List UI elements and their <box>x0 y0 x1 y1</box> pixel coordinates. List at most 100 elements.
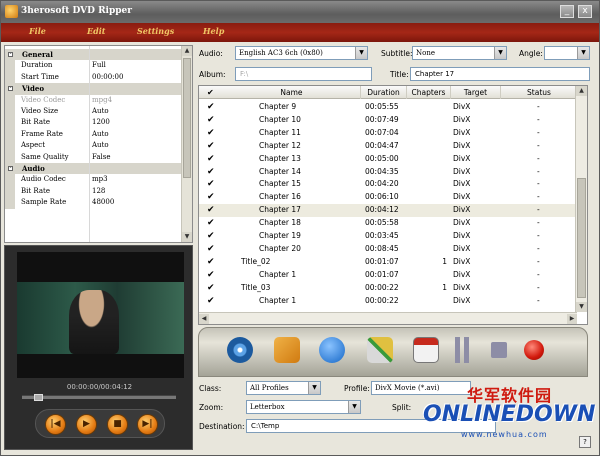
table-row[interactable]: ✔ Chapter 13 00:05:00 DivX - <box>199 153 577 166</box>
row-checkbox[interactable]: ✔ <box>207 154 217 164</box>
property-value[interactable]: Full <box>92 61 106 69</box>
row-checkbox[interactable]: ✔ <box>207 270 217 280</box>
property-value[interactable]: False <box>92 153 111 161</box>
properties-scrollbar[interactable]: ▲ ▼ <box>181 46 192 242</box>
chevron-down-icon[interactable]: ▼ <box>494 47 506 59</box>
table-row[interactable]: ✔ Chapter 10 00:07:49 DivX - <box>199 114 577 127</box>
minimize-button[interactable]: _ <box>560 5 574 18</box>
list-scrollbar[interactable]: ▲ ▼ <box>575 86 587 312</box>
property-row[interactable]: Bit Rate 128 <box>5 185 182 198</box>
seek-bar[interactable] <box>22 394 176 401</box>
album-field[interactable]: F:\ <box>235 67 372 81</box>
close-button[interactable]: x <box>578 5 592 18</box>
menu-edit[interactable]: Edit <box>87 26 105 36</box>
property-category[interactable]: - General <box>5 49 182 61</box>
property-value[interactable]: mp3 <box>92 175 108 183</box>
property-value[interactable]: Auto <box>92 130 109 138</box>
column-name[interactable]: Name <box>223 86 361 99</box>
table-row[interactable]: ✔ Chapter 1 00:00:22 DivX - <box>199 295 577 308</box>
collapse-icon[interactable]: - <box>8 52 13 57</box>
scroll-down-icon[interactable]: ▼ <box>576 302 587 312</box>
chevron-down-icon[interactable]: ▼ <box>355 47 367 59</box>
column-status[interactable]: Status <box>501 86 577 99</box>
collapse-icon[interactable]: - <box>8 86 13 92</box>
clip-icon[interactable] <box>367 337 393 363</box>
row-checkbox[interactable]: ✔ <box>207 115 217 125</box>
stop-icon[interactable] <box>491 342 507 358</box>
property-row[interactable]: Aspect Auto <box>5 140 182 152</box>
row-checkbox[interactable]: ✔ <box>207 296 217 306</box>
row-checkbox[interactable]: ✔ <box>207 179 217 189</box>
audio-select[interactable]: English AC3 6ch (0x80) ▼ <box>235 46 368 60</box>
row-checkbox[interactable]: ✔ <box>207 205 217 215</box>
column-duration[interactable]: Duration <box>361 86 407 99</box>
table-row[interactable]: ✔ Title_03 00:00:22 1 DivX - <box>199 282 577 295</box>
scroll-right-icon[interactable]: ▶ <box>567 314 577 324</box>
row-checkbox[interactable]: ✔ <box>207 128 217 138</box>
scroll-thumb[interactable] <box>183 58 191 178</box>
row-checkbox[interactable]: ✔ <box>207 141 217 151</box>
row-checkbox[interactable]: ✔ <box>207 257 217 267</box>
pause-icon[interactable] <box>449 337 475 363</box>
table-row[interactable]: ✔ Chapter 16 00:06:10 DivX - <box>199 191 577 204</box>
scroll-down-icon[interactable]: ▼ <box>182 232 192 242</box>
menu-file[interactable]: File <box>29 26 46 36</box>
angle-select[interactable]: ▼ <box>544 46 590 60</box>
next-button[interactable]: ▶| <box>137 414 158 435</box>
menu-help[interactable]: Help <box>203 26 224 36</box>
row-checkbox[interactable]: ✔ <box>207 283 217 293</box>
property-value[interactable]: 1200 <box>92 118 110 126</box>
chevron-down-icon[interactable]: ▼ <box>577 47 589 59</box>
chevron-down-icon[interactable]: ▼ <box>348 401 360 413</box>
property-row[interactable]: Audio Codec mp3 <box>5 174 182 186</box>
property-row[interactable]: Sample Rate 48000 <box>5 197 182 209</box>
start-rip-icon[interactable] <box>524 340 544 360</box>
row-checkbox[interactable]: ✔ <box>207 231 217 241</box>
list-scroll-thumb[interactable] <box>577 178 586 298</box>
property-value[interactable]: 00:00:00 <box>92 73 123 81</box>
property-row[interactable]: Frame Rate Auto <box>5 128 182 141</box>
subtitle-select[interactable]: None ▼ <box>412 46 507 60</box>
table-row[interactable]: ✔ Chapter 12 00:04:47 DivX - <box>199 140 577 153</box>
row-checkbox[interactable]: ✔ <box>207 218 217 228</box>
row-checkbox[interactable]: ✔ <box>207 102 217 112</box>
help-icon[interactable]: ? <box>579 436 591 448</box>
title-bar[interactable]: 3herosoft DVD Ripper _ x <box>1 1 599 23</box>
open-dvd-icon[interactable] <box>227 337 253 363</box>
column-target[interactable]: Target <box>451 86 501 99</box>
zoom-select[interactable]: Letterbox ▼ <box>246 400 361 414</box>
property-row[interactable]: Duration Full <box>5 60 182 72</box>
menu-settings[interactable]: Settings <box>137 26 174 36</box>
table-row[interactable]: ✔ Chapter 1 00:01:07 DivX - <box>199 269 577 282</box>
property-category[interactable]: - Audio <box>5 163 182 175</box>
column-chapters[interactable]: Chapters <box>407 86 451 99</box>
property-value[interactable]: Auto <box>92 107 109 115</box>
row-checkbox[interactable]: ✔ <box>207 244 217 254</box>
title-field[interactable]: Chapter 17 <box>410 67 590 81</box>
scroll-left-icon[interactable]: ◀ <box>199 314 209 324</box>
check-all-checkbox[interactable]: ✔ <box>207 88 214 97</box>
property-row[interactable]: Bit Rate 1200 <box>5 117 182 129</box>
table-row[interactable]: ✔ Chapter 19 00:03:45 DivX - <box>199 230 577 243</box>
property-value[interactable]: mpg4 <box>92 96 112 104</box>
row-checkbox[interactable]: ✔ <box>207 192 217 202</box>
table-row[interactable]: ✔ Title_02 00:01:07 1 DivX - <box>199 256 577 269</box>
table-row[interactable]: ✔ Chapter 18 00:05:58 DivX - <box>199 217 577 230</box>
chevron-down-icon[interactable]: ▼ <box>308 382 320 394</box>
row-checkbox[interactable]: ✔ <box>207 167 217 177</box>
scroll-up-icon[interactable]: ▲ <box>182 46 192 56</box>
property-row[interactable]: Same Quality False <box>5 151 182 163</box>
table-row[interactable]: ✔ Chapter 9 00:05:55 DivX - <box>199 101 577 114</box>
property-row[interactable]: Start Time 00:00:00 <box>5 71 182 84</box>
import-icon[interactable] <box>274 337 300 363</box>
property-category[interactable]: - Video <box>5 83 182 95</box>
stop-preview-button[interactable]: ■ <box>107 414 128 435</box>
list-hscrollbar[interactable]: ◀ ▶ <box>199 312 577 324</box>
property-value[interactable]: 48000 <box>92 198 114 206</box>
collapse-icon[interactable]: - <box>8 166 13 171</box>
previous-button[interactable]: |◀ <box>45 414 66 435</box>
table-row[interactable]: ✔ Chapter 11 00:07:04 DivX - <box>199 127 577 140</box>
property-value[interactable]: 128 <box>92 187 105 195</box>
property-row[interactable]: Video Codec mpg4 <box>5 94 182 106</box>
table-row[interactable]: ✔ Chapter 17 00:04:12 DivX - <box>199 204 577 218</box>
